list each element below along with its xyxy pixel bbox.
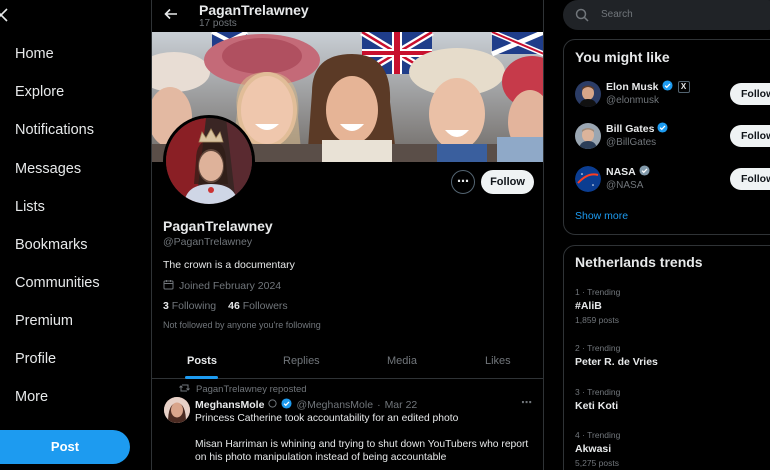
follow-nasa-button[interactable]: Follow [730,168,770,190]
header-post-count: 17 posts [199,18,237,29]
nav-profile[interactable]: Profile [15,351,56,367]
suggestion-handle: @elonmusk [606,95,659,106]
repost-text[interactable]: PaganTrelawney reposted [196,384,307,395]
followers-link[interactable]: 46 Followers [228,300,288,312]
suggestion-handle: @NASA [606,180,644,191]
trend-post-count: 5,275 posts [575,458,619,468]
follow-context-note: Not followed by anyone you're following [163,320,321,330]
trend-category: 1 · Trending [575,287,621,297]
verified-badge-gray-icon [639,165,650,179]
search-icon [575,8,589,22]
suggestion-name: NASA [606,165,650,179]
trends-title: Netherlands trends [575,254,703,270]
calendar-icon [163,279,174,293]
nav-home[interactable]: Home [15,46,54,62]
you-might-like-title: You might like [575,49,670,65]
nav-messages[interactable]: Messages [15,161,81,177]
joined-text: Joined February 2024 [179,280,282,292]
trend-item[interactable]: 1 · Trending #AliB 1,859 posts [575,287,770,325]
follow-bill-gates-button[interactable]: Follow [730,125,770,147]
following-link[interactable]: 3 Following [163,300,216,312]
trend-name: Peter R. de Vries [575,356,658,368]
trend-category: 2 · Trending [575,343,621,353]
suggestion-bill-gates[interactable]: Bill Gates @BillGates Follow [575,121,770,151]
active-tab-indicator [185,376,218,379]
more-options-button[interactable]: ⋯ [451,170,475,194]
trend-name: Akwasi [575,443,612,455]
profile-follow-stats: 3 Following 46 Followers [163,300,288,312]
search-bar[interactable]: Search [563,0,770,30]
verified-badge-icon [657,122,668,136]
post-button[interactable]: Post [0,430,130,464]
tweet-body[interactable]: Princess Catherine took accountability f… [195,412,535,470]
circle-badge-icon [268,399,278,411]
show-more-link[interactable]: Show more [575,210,628,222]
dot-separator: · [377,399,381,411]
tab-posts[interactable]: Posts [187,355,217,367]
profile-handle: @PaganTrelawney [163,236,253,248]
elon-musk-avatar[interactable] [575,81,601,107]
profile-joined: Joined February 2024 [163,279,281,293]
trends-panel: Netherlands trends 1 · Trending #AliB 1,… [563,245,770,470]
nav-premium[interactable]: Premium [15,313,73,329]
back-arrow-icon[interactable] [163,6,179,22]
trend-name: Keti Koti [575,400,619,412]
trend-name: #AliB [575,300,602,312]
profile-avatar[interactable] [163,115,255,207]
nav-bookmarks[interactable]: Bookmarks [15,237,88,253]
tweet-author-handle[interactable]: @MeghansMole [296,399,373,411]
verified-badge-icon [281,398,292,412]
more-dots-icon: ⋯ [457,174,469,188]
x-affiliate-icon: X [677,81,690,93]
nav-explore[interactable]: Explore [15,84,64,100]
profile-tabs: Posts Replies Media Likes [152,342,543,379]
trend-post-count: 1,859 posts [575,315,619,325]
profile-display-name: PaganTrelawney [163,218,273,234]
left-nav: Home Explore Notifications Messages List… [0,0,150,470]
repost-icon [179,383,190,396]
nav-more[interactable]: More [15,389,48,405]
trend-category: 4 · Trending [575,430,621,440]
tweet-author-avatar[interactable] [164,397,190,423]
trend-item[interactable]: 3 · Trending Keti Koti [575,387,770,412]
tweet-author-name[interactable]: MeghansMole [195,399,264,411]
nav-notifications[interactable]: Notifications [15,122,94,138]
suggestion-name: Bill Gates [606,122,668,136]
profile-column: PaganTrelawney 17 posts ⋯ Follow PaganTr… [151,0,544,470]
suggestion-nasa[interactable]: NASA @NASA Follow [575,164,770,194]
profile-header-bar: PaganTrelawney 17 posts [152,0,543,32]
follow-button[interactable]: Follow [481,170,534,194]
tab-media[interactable]: Media [387,355,417,367]
follow-elon-musk-button[interactable]: Follow [730,83,770,105]
nav-communities[interactable]: Communities [15,275,100,291]
trend-item[interactable]: 4 · Trending Akwasi 5,275 posts [575,430,770,468]
tweet-more-icon[interactable]: ⋯ [521,396,532,409]
profile-bio: The crown is a documentary [163,259,295,271]
search-input[interactable]: Search [601,9,633,20]
nav-lists[interactable]: Lists [15,199,45,215]
you-might-like-panel: You might like Elon Musk X @elonmusk Fol… [563,39,770,235]
tweet-text-line-1: Princess Catherine took accountability f… [195,413,459,424]
trend-item[interactable]: 2 · Trending Peter R. de Vries [575,343,770,368]
x-logo-icon[interactable] [0,6,8,27]
suggestion-elon-musk[interactable]: Elon Musk X @elonmusk Follow [575,79,770,109]
tab-likes[interactable]: Likes [485,355,511,367]
suggestion-name: Elon Musk X [606,80,690,94]
tab-replies[interactable]: Replies [283,355,320,367]
tweet-date[interactable]: Mar 22 [385,399,418,411]
nasa-logo-icon[interactable] [575,166,601,192]
communities-icon [0,276,2,288]
bill-gates-avatar[interactable] [575,123,601,149]
verified-badge-icon [661,80,673,94]
tweet-text-line-2: Misan Harriman is whining and trying to … [195,439,529,463]
suggestion-handle: @BillGates [606,137,657,148]
tweet-header: MeghansMole @MeghansMole · Mar 22 [195,398,417,412]
trend-category: 3 · Trending [575,387,621,397]
repost-indicator: PaganTrelawney reposted [179,383,307,396]
header-name: PaganTrelawney [199,2,309,18]
